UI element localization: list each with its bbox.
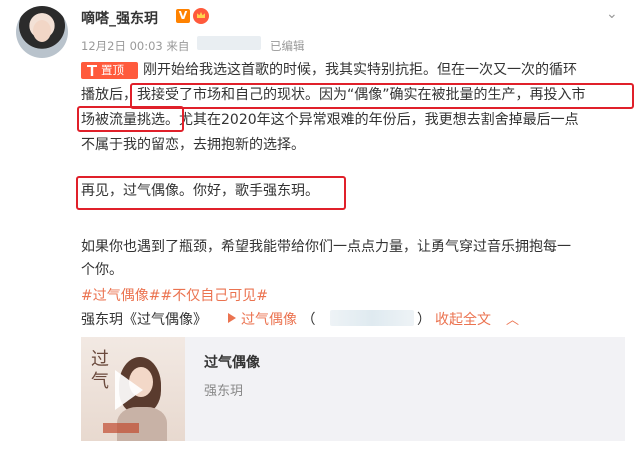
closing-line: 个你。 <box>81 262 123 278</box>
highlight-box <box>130 83 634 109</box>
collapse-button[interactable]: 收起全文 <box>435 309 491 329</box>
play-button-icon[interactable] <box>115 370 143 410</box>
card-artist: 强东玥 <box>204 384 244 399</box>
hashtags-link[interactable]: #过气偶像##不仅自己可见# <box>81 285 268 305</box>
avatar[interactable] <box>16 6 68 58</box>
post-meta: 12月2日 00:03 来自 <box>81 38 189 54</box>
music-link[interactable]: 过气偶像 （ <box>228 309 315 329</box>
paren-open: （ <box>301 312 316 328</box>
source-prefix: 来自 <box>166 39 190 53</box>
post-line: 刚开始给我选这首歌的时候，我其实特别抗拒。但在一次又一次的循环 <box>143 62 577 78</box>
chevron-up-icon[interactable]: ︿ <box>506 309 519 328</box>
paren-close: ） <box>417 312 431 328</box>
username[interactable]: 嘀嗒_强东玥 <box>81 8 158 28</box>
music-link-label: 过气偶像 <box>241 312 297 328</box>
verified-badge-icon: V <box>176 9 190 23</box>
highlight-box <box>77 106 184 132</box>
blurred-play-count <box>330 310 414 326</box>
blurred-source <box>197 36 261 50</box>
timestamp[interactable]: 12月2日 00:03 <box>81 39 163 53</box>
pinned-badge: 置顶 <box>81 62 138 79</box>
edited-label[interactable]: 已编辑 <box>270 38 305 54</box>
post-line: 不属于我的留恋，去拥抱新的选择。 <box>81 137 305 153</box>
play-icon <box>228 313 236 323</box>
card-title[interactable]: 过气偶像 <box>204 352 260 372</box>
song-reference: 强东玥《过气偶像》 <box>81 312 207 328</box>
chevron-down-icon[interactable]: ⌄ <box>606 6 618 22</box>
cover-text: 过气 <box>91 349 109 392</box>
vip-crown-icon <box>193 8 209 24</box>
highlight-box <box>76 176 346 210</box>
closing-line: 如果你也遇到了瓶颈，希望我能带给你们一点点力量，让勇气穿过音乐拥抱每一 <box>81 239 571 255</box>
